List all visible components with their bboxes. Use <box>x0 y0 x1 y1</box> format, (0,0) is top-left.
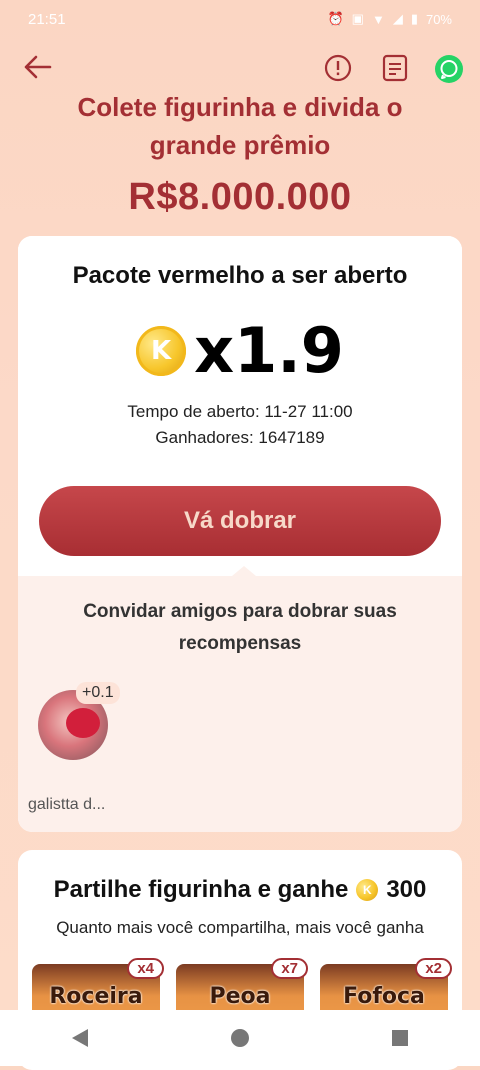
battery-icon: ▮ <box>410 11 418 26</box>
sticker-label: Peoa <box>209 984 271 1009</box>
page-title-line1: Colete figurinha e divida o <box>77 92 403 122</box>
red-packet-card: Pacote vermelho a ser aberto K x1.9 Temp… <box>18 236 462 832</box>
signal-icon: ◢ <box>392 11 403 26</box>
system-nav-bar <box>0 1010 480 1066</box>
double-button[interactable]: Vá dobrar <box>39 486 441 556</box>
open-time: Tempo de aberto: 11-27 11:00 <box>127 402 353 421</box>
page-title-line2: grande prêmio <box>149 130 331 160</box>
invite-text-line1: Convidar amigos para dobrar suas <box>83 601 397 622</box>
back-arrow-icon[interactable] <box>20 50 54 84</box>
coin-letter: K <box>362 883 372 897</box>
battery-level: 70% <box>425 11 452 27</box>
winners-count: Ganhadores: 1647189 <box>155 428 325 447</box>
alarm-icon: ⏰ <box>327 11 344 26</box>
multiplier-row: K x1.9 <box>18 314 462 387</box>
share-title: Partilhe figurinha e ganhe <box>53 876 349 903</box>
friend-name: galistta d... <box>28 796 106 813</box>
page-title: Colete figurinha e divida o grande prêmi… <box>40 88 440 164</box>
top-bar <box>0 48 480 88</box>
share-amount: 300 <box>386 876 427 903</box>
sticker-count-badge: x7 <box>271 958 308 979</box>
coin-letter: K <box>151 335 172 366</box>
friend-item[interactable]: +0.1 galistta d... <box>28 682 138 813</box>
sticker-label: Fofoca <box>343 984 425 1009</box>
invite-section: Convidar amigos para dobrar suas recompe… <box>18 566 462 832</box>
coin-icon: K <box>356 879 379 901</box>
sticker-count-badge: x4 <box>127 958 164 979</box>
status-bar: 21:51 ⏰ ▣ ▼ ◢ ▮ 70% <box>0 0 480 38</box>
sticker-count-badge: x2 <box>415 958 452 979</box>
whatsapp-icon[interactable] <box>434 54 464 84</box>
multiplier-value: x1.9 <box>194 314 344 387</box>
status-icons: ⏰ ▣ ▼ ◢ ▮ 70% <box>327 11 452 27</box>
invite-text-line2: recompensas <box>178 633 302 654</box>
section-notch <box>232 566 256 576</box>
red-packet-section: Pacote vermelho a ser aberto K x1.9 Temp… <box>18 236 462 576</box>
grand-prize-amount: R$8.000.000 <box>128 176 352 218</box>
status-time: 21:51 <box>28 10 66 28</box>
share-title-row: Partilhe figurinha e ganhe K 300 <box>18 876 462 904</box>
coin-icon: K <box>136 325 187 376</box>
info-icon[interactable] <box>324 54 352 82</box>
friend-bonus-badge: +0.1 <box>76 682 120 704</box>
document-icon[interactable] <box>382 54 408 82</box>
nav-recents-icon[interactable] <box>392 1030 409 1046</box>
sticker-label: Roceira <box>49 984 143 1009</box>
share-subtitle: Quanto mais você compartilha, mais você … <box>56 918 424 937</box>
wifi-icon: ▼ <box>371 11 385 27</box>
nav-home-icon[interactable] <box>230 1029 249 1047</box>
nfc-icon: ▣ <box>351 11 364 26</box>
invite-text: Convidar amigos para dobrar suas recompe… <box>58 596 422 660</box>
nav-back-icon[interactable] <box>71 1029 88 1047</box>
red-packet-title: Pacote vermelho a ser aberto <box>72 262 408 289</box>
